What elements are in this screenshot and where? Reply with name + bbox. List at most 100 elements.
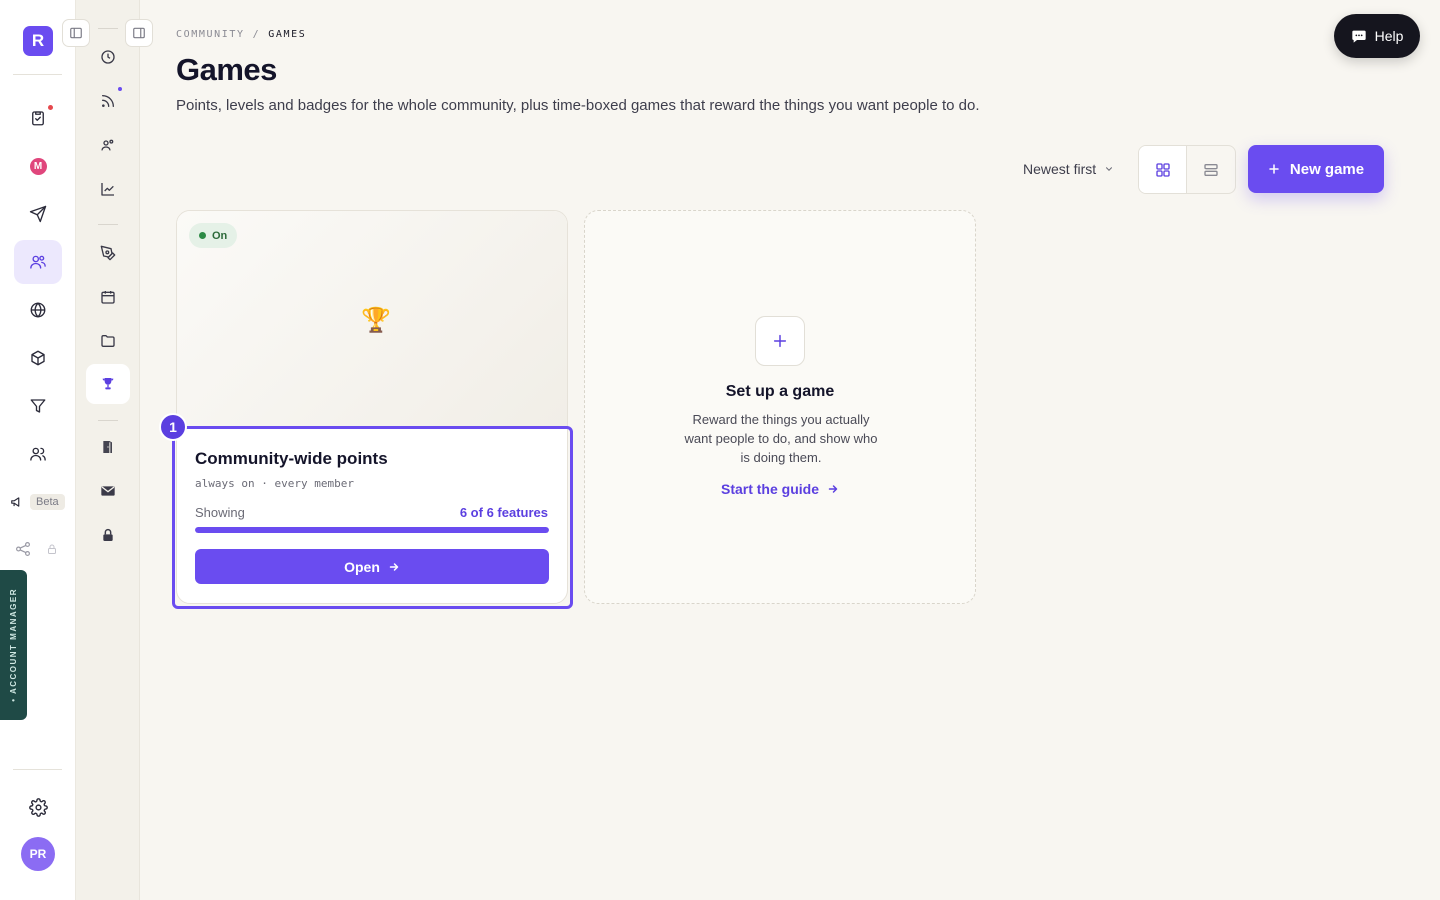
new-game-label: New game	[1289, 160, 1365, 178]
calendar-icon	[100, 289, 116, 305]
help-label: Help	[1374, 28, 1404, 44]
rail-item-products[interactable]	[14, 336, 62, 380]
beta-tag: Beta	[30, 494, 65, 510]
rail-item-announcements[interactable]: Beta	[10, 492, 65, 512]
status-badge: On	[189, 223, 238, 248]
people-icon	[100, 137, 116, 153]
game-card-cover: On 🏆	[177, 211, 567, 428]
rss-icon	[100, 93, 116, 109]
progress-value: 6 of 6 features	[459, 505, 548, 520]
game-card[interactable]: On 🏆	[176, 210, 568, 604]
rail-divider	[13, 74, 62, 75]
folder-icon	[100, 333, 116, 349]
box-icon	[29, 349, 47, 367]
setup-description: Reward the things you actually want peop…	[684, 412, 878, 465]
primary-sidebar: R M Beta • ACCOUNT MANAGER PR	[0, 0, 76, 900]
line-chart-icon	[100, 181, 116, 197]
open-game-button[interactable]: Open	[195, 549, 549, 584]
megaphone-icon	[10, 495, 24, 509]
status-label: On	[212, 229, 228, 242]
arrow-right-icon	[827, 483, 839, 495]
status-dot	[199, 232, 206, 239]
community-icon	[29, 253, 47, 271]
secondary-item-people[interactable]	[86, 125, 130, 165]
progress-label: Showing	[195, 505, 245, 520]
m-app-icon: M	[29, 157, 47, 175]
rail-item-send[interactable]	[14, 192, 62, 236]
game-meta: always on · every member	[195, 477, 354, 490]
rail-divider	[13, 769, 62, 770]
sort-label: Newest first	[1023, 161, 1097, 177]
breadcrumb-community[interactable]: COMMUNITY	[176, 29, 245, 40]
notification-dot	[118, 87, 122, 91]
rail-item-members[interactable]	[14, 432, 62, 476]
share-nodes-icon	[14, 540, 32, 558]
settings-button[interactable]	[14, 785, 62, 829]
progress-bar	[195, 527, 549, 533]
start-guide-label: Start the guide	[720, 481, 819, 497]
rail-item-filters[interactable]	[14, 384, 62, 428]
filter-icon	[29, 397, 47, 415]
rail-item-web[interactable]	[14, 288, 62, 332]
mail-icon	[100, 483, 116, 499]
add-game-button[interactable]	[755, 316, 805, 366]
secondary-item-spaces[interactable]	[86, 427, 130, 467]
gear-icon	[28, 797, 48, 817]
rail2-divider	[98, 224, 118, 225]
view-toggle	[1138, 145, 1236, 194]
clipboard-check-icon	[29, 109, 47, 127]
chevron-down-icon	[1104, 164, 1114, 174]
users-icon	[29, 445, 47, 463]
notification-dot	[48, 105, 53, 110]
grid-view-button[interactable]	[1139, 146, 1188, 193]
account-manager-tab[interactable]: • ACCOUNT MANAGER	[0, 570, 27, 720]
rail2-divider	[98, 420, 118, 421]
globe-icon	[29, 301, 47, 319]
secondary-item-content[interactable]	[86, 233, 130, 273]
progress-fill	[195, 527, 549, 533]
door-icon	[100, 439, 116, 455]
sidebar-toggle-icon	[132, 26, 146, 40]
sort-dropdown[interactable]: Newest first	[1023, 159, 1114, 179]
breadcrumb-separator: /	[252, 29, 261, 40]
pen-tool-icon	[100, 245, 116, 261]
collapse-sidebar-button[interactable]	[62, 19, 90, 47]
secondary-item-files[interactable]	[86, 321, 130, 361]
rail-item-tasks[interactable]	[14, 96, 62, 140]
setup-title: Set up a game	[725, 383, 835, 400]
rail-item-integrations[interactable]	[14, 540, 58, 558]
secondary-item-games[interactable]	[86, 364, 130, 404]
breadcrumb-current: GAMES	[268, 29, 307, 40]
list-view-button[interactable]	[1187, 146, 1235, 193]
user-avatar[interactable]: PR	[21, 837, 55, 871]
secondary-item-analytics[interactable]	[86, 169, 130, 209]
rail-item-m-app[interactable]: M	[14, 144, 62, 188]
rail-item-community[interactable]	[14, 240, 62, 284]
step-badge: 1	[159, 413, 187, 441]
breadcrumb: COMMUNITY / GAMES	[176, 29, 306, 40]
chat-bubble-icon	[1351, 28, 1367, 44]
start-guide-link[interactable]: Start the guide	[585, 481, 975, 497]
account-manager-label: • ACCOUNT MANAGER	[9, 588, 18, 702]
plus-icon	[1268, 163, 1280, 175]
rail2-divider	[98, 28, 118, 29]
new-game-button[interactable]: New game	[1248, 145, 1384, 193]
page-subtitle: Points, levels and badges for the whole …	[176, 97, 980, 114]
workspace-logo[interactable]: R	[23, 26, 53, 56]
collapse-secondary-sidebar-button[interactable]	[125, 19, 153, 47]
trophy-icon: 🏆	[361, 307, 391, 334]
arrow-right-icon	[388, 561, 400, 573]
sidebar-toggle-icon	[69, 26, 83, 40]
clock-icon	[100, 49, 116, 65]
secondary-item-events[interactable]	[86, 277, 130, 317]
page-title: Games	[176, 52, 277, 87]
grid-icon	[1155, 162, 1171, 178]
setup-game-card[interactable]: Set up a game Reward the things you actu…	[584, 210, 976, 604]
secondary-item-private[interactable]	[86, 515, 130, 555]
help-button[interactable]: Help	[1334, 14, 1420, 58]
secondary-item-recent[interactable]	[86, 37, 130, 77]
send-icon	[29, 205, 47, 223]
lock-icon	[46, 543, 58, 555]
secondary-item-feed[interactable]	[86, 81, 130, 121]
secondary-item-messages[interactable]	[86, 471, 130, 511]
